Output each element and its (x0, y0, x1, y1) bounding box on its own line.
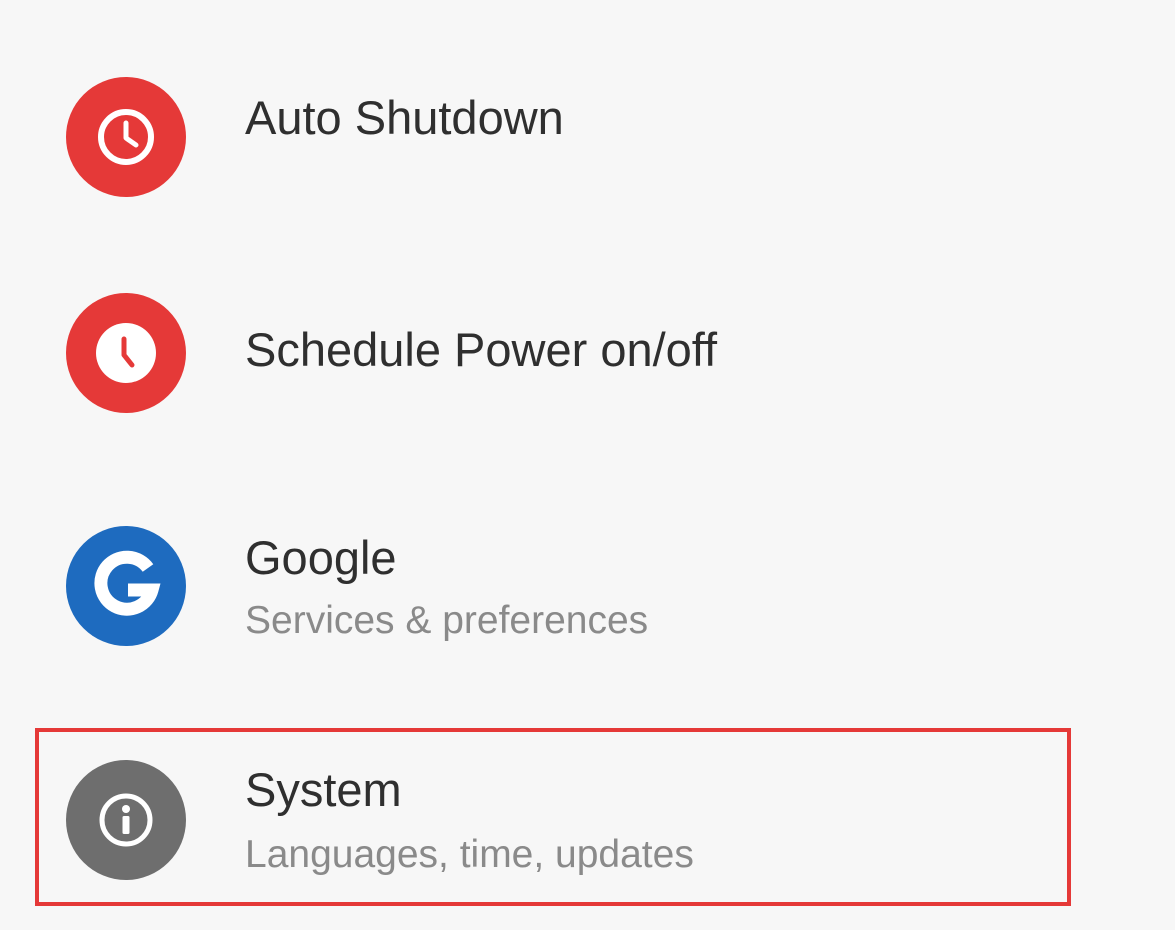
google-g-icon (66, 526, 186, 646)
settings-item-subtitle: Languages, time, updates (245, 833, 694, 876)
info-icon (66, 760, 186, 880)
settings-item-title: Auto Shutdown (245, 91, 564, 144)
clock-icon (66, 293, 186, 413)
clock-icon (66, 77, 186, 197)
settings-list: Auto Shutdown Schedule Power on/off Goog… (0, 0, 1175, 930)
settings-item-schedule-power[interactable]: Schedule Power on/off (0, 250, 1175, 450)
settings-item-google[interactable]: Google Services & preferences (0, 500, 1175, 700)
settings-item-title: System (245, 763, 402, 816)
settings-item-auto-shutdown[interactable]: Auto Shutdown (0, 20, 1175, 220)
settings-item-title: Google (245, 531, 397, 584)
settings-item-subtitle: Services & preferences (245, 599, 649, 642)
settings-item-title: Schedule Power on/off (245, 323, 718, 376)
settings-item-system[interactable]: System Languages, time, updates (0, 730, 1175, 930)
